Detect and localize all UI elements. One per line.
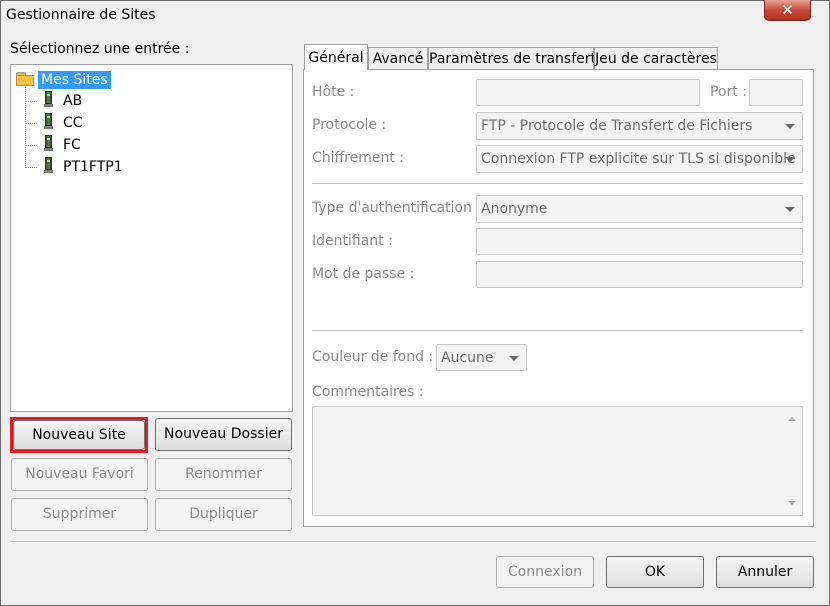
folder-icon [16, 72, 34, 86]
password-input[interactable] [476, 261, 803, 288]
host-input[interactable] [476, 79, 700, 106]
protocol-select[interactable]: FTP - Protocole de Transfert de Fichiers [476, 112, 803, 140]
new-folder-button[interactable]: Nouveau Dossier [155, 418, 292, 451]
chevron-down-icon [785, 157, 795, 162]
close-button[interactable]: ✕ [764, 0, 811, 21]
bg-color-value: Aucune [441, 350, 494, 366]
chevron-down-icon [785, 207, 795, 212]
chevron-down-icon [509, 356, 519, 361]
tree-item-cc[interactable]: CC [63, 113, 83, 133]
separator [312, 183, 803, 185]
new-bookmark-button[interactable]: Nouveau Favori [11, 458, 148, 491]
delete-button[interactable]: Supprimer [11, 498, 148, 531]
password-label: Mot de passe : [312, 266, 415, 282]
encryption-label: Chiffrement : [312, 150, 405, 166]
tree-item-pt1ftp1[interactable]: PT1FTP1 [63, 157, 123, 177]
tab-charset[interactable]: Jeu de caractères [594, 47, 718, 70]
user-label: Identifiant : [312, 233, 393, 249]
encryption-value: Connexion FTP explicite sur TLS si dispo… [481, 151, 796, 167]
auth-type-label: Type d'authentification : [312, 200, 482, 216]
site-tree[interactable]: Mes Sites AB CC FC PT1FTP1 [10, 64, 293, 412]
comments-label: Commentaires : [312, 384, 424, 400]
bg-color-select[interactable]: Aucune [436, 344, 527, 371]
scroll-up-icon[interactable] [788, 417, 796, 421]
protocol-label: Protocole : [312, 117, 387, 133]
tree-item-ab[interactable]: AB [63, 91, 82, 111]
chevron-down-icon [785, 124, 795, 129]
port-input[interactable] [749, 79, 803, 106]
scroll-down-icon[interactable] [788, 501, 796, 505]
server-icon [44, 113, 53, 130]
tab-advanced[interactable]: Avancé [368, 47, 428, 70]
user-input[interactable] [476, 228, 803, 255]
encryption-select[interactable]: Connexion FTP explicite sur TLS si dispo… [476, 145, 803, 173]
tree-branch [25, 101, 37, 102]
new-site-button[interactable]: Nouveau Site [13, 420, 145, 450]
tree-root-label: Mes Sites [38, 71, 111, 89]
tab-transfer-settings[interactable]: Paramètres de transfert [428, 47, 596, 70]
select-entry-label: Sélectionnez une entrée : [10, 41, 190, 57]
server-icon [44, 91, 53, 108]
close-icon: ✕ [781, 1, 794, 19]
separator [312, 330, 803, 332]
tree-root-item[interactable]: Mes Sites [11, 67, 211, 89]
server-icon [44, 157, 53, 174]
comments-textarea[interactable] [312, 406, 803, 516]
tab-general[interactable]: Général [304, 44, 368, 70]
rename-button[interactable]: Renommer [155, 458, 292, 491]
auth-type-select[interactable]: Anonyme [476, 195, 803, 223]
duplicate-button[interactable]: Dupliquer [155, 498, 292, 531]
host-label: Hôte : [312, 84, 355, 100]
cancel-button[interactable]: Annuler [716, 556, 814, 588]
server-icon [44, 135, 53, 152]
tree-branch [25, 123, 37, 124]
window-title: Gestionnaire de Sites [6, 7, 156, 23]
auth-type-value: Anonyme [481, 201, 548, 217]
ok-button[interactable]: OK [606, 556, 704, 588]
port-label: Port : [710, 84, 747, 100]
connect-button[interactable]: Connexion [496, 556, 594, 588]
protocol-value: FTP - Protocole de Transfert de Fichiers [481, 118, 753, 134]
tree-branch [25, 145, 37, 146]
bg-color-label: Couleur de fond : [312, 349, 434, 365]
tree-connector [25, 87, 26, 166]
footer-separator [10, 541, 816, 543]
tree-branch [25, 167, 37, 168]
tree-item-fc[interactable]: FC [63, 135, 81, 155]
